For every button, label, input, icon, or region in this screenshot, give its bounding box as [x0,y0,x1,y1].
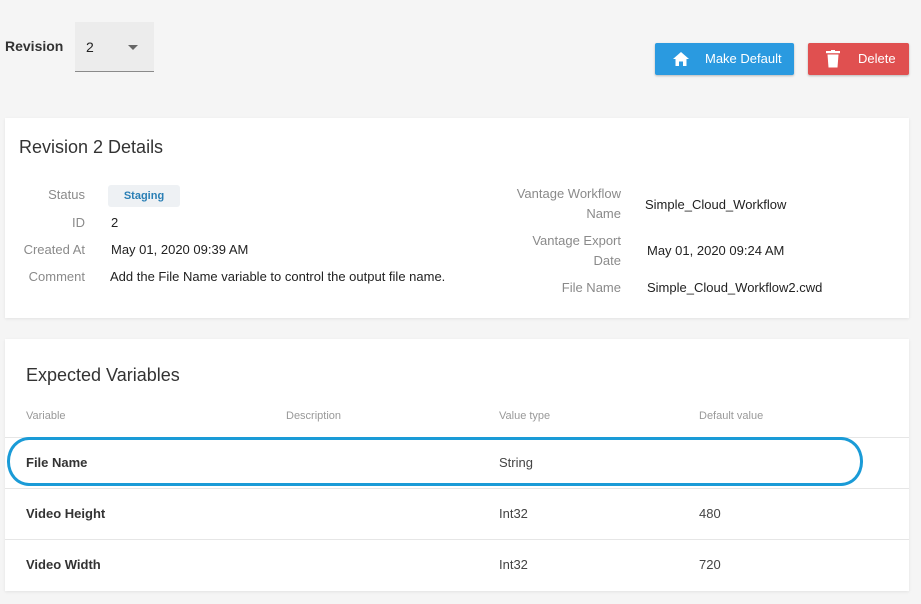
revision-select-value: 2 [86,39,94,55]
status-badge: Staging [108,185,180,207]
highlight-annotation [7,437,863,486]
comment-value: Add the File Name variable to control th… [110,269,446,284]
delete-label: Delete [858,51,896,66]
table-row: Video Width Int32 720 [5,539,909,590]
created-at-value: May 01, 2020 09:39 AM [111,242,249,257]
variable-type: Int32 [499,557,528,572]
table-row: Video Height Int32 480 [5,488,909,539]
caret-down-icon [128,45,138,50]
variables-title: Expected Variables [26,365,180,385]
revision-label: Revision [5,38,64,54]
workflow-name-value: Simple_Cloud_Workflow [645,197,787,212]
workflow-name-key-line2: Name [586,206,621,221]
variable-name: Video Width [26,557,101,572]
created-at-key: Created At [23,242,85,257]
column-header-description: Description [286,410,342,422]
file-name-value: Simple_Cloud_Workflow2.cwd [647,280,823,295]
workflow-name-key-line1: Vantage Workflow [516,186,621,201]
id-key: ID [72,215,85,230]
revision-select[interactable]: 2 [75,22,154,72]
make-default-button[interactable]: Make Default [655,43,794,75]
trash-icon [826,50,840,71]
variable-type: Int32 [499,506,528,521]
revision-details-card: Revision 2 Details Status Staging ID 2 C… [5,118,909,318]
status-key: Status [48,187,85,202]
export-date-value: May 01, 2020 09:24 AM [647,243,785,258]
column-header-default-value: Default value [699,410,764,422]
home-icon [672,51,690,70]
delete-button[interactable]: Delete [808,43,909,75]
variable-default: 480 [699,506,721,521]
export-date-key-line2: Date [593,253,621,268]
id-value: 2 [111,215,119,230]
make-default-label: Make Default [705,51,782,66]
comment-key: Comment [28,269,85,284]
column-header-variable: Variable [26,410,66,422]
export-date-key-line1: Vantage Export [532,233,621,248]
variable-name: Video Height [26,506,106,521]
file-name-key: File Name [561,280,621,295]
variable-default: 720 [699,557,721,572]
column-header-value-type: Value type [499,410,551,422]
details-title: Revision 2 Details [19,137,164,157]
